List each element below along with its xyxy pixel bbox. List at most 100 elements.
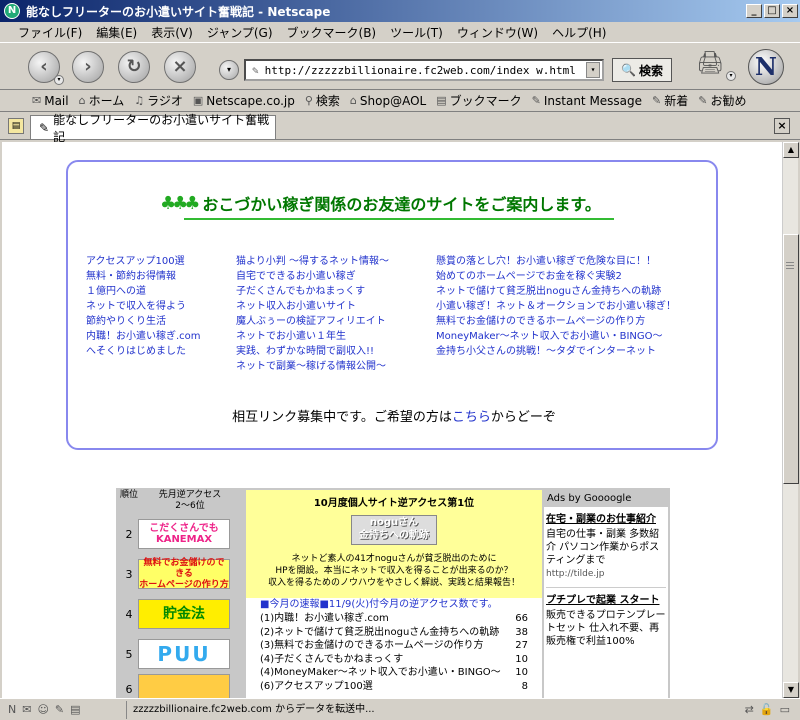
personal-toolbar: ✉ Mail ⌂ ホーム ♫ ラジオ ▣ Netscape.co.jp ⚲ 検索 ⌂ Sho… xyxy=(0,90,800,112)
stop-button[interactable]: × xyxy=(164,51,196,83)
menu-view[interactable]: 表示(V) xyxy=(151,24,193,41)
url-history-dropdown[interactable]: ▾ xyxy=(219,60,239,80)
list-item[interactable]: (3)無料でお金儲けのできるホームページの作り方 27 xyxy=(246,639,542,653)
close-tab-button[interactable]: × xyxy=(774,118,790,134)
instant-message-icon[interactable]: ☺ xyxy=(37,703,48,716)
friend-link[interactable]: 魔人ぶぅーの検証アフィリエイト xyxy=(236,314,389,329)
friends-links-col3: 懸賞の落とし穴！お小遣い稼ぎで危険な目に！！ 始めてのホームページでお金を稼ぐ実… xyxy=(436,254,676,359)
scroll-down-button[interactable]: ▼ xyxy=(783,682,799,698)
sidebar-toggle-icon[interactable]: ▤ xyxy=(8,118,24,134)
rank-banner[interactable]: 貯金法 xyxy=(138,599,230,629)
rank-banner[interactable]: PUU xyxy=(138,639,230,669)
title-underline xyxy=(184,218,614,220)
tab-current[interactable]: ✎ 能なしフリーターのお小遣いサイト奮戦記 xyxy=(30,113,276,144)
online-status-icon[interactable]: ⇄ xyxy=(745,703,754,716)
status-component-icons: N ✉ ☺ ✎ ▤ xyxy=(0,703,126,716)
mail-icon[interactable]: ✉ xyxy=(22,703,31,716)
personal-recommend[interactable]: ✎ お勧め xyxy=(698,92,746,109)
personal-instant-message[interactable]: ✎ Instant Message xyxy=(532,94,642,108)
list-item[interactable]: (6)アクセスアップ100選 8 xyxy=(246,680,542,694)
address-book-icon[interactable]: ▤ xyxy=(70,703,80,716)
back-history-dropdown[interactable]: ▾ xyxy=(54,75,64,85)
rank-number: 3 xyxy=(125,567,133,581)
menu-file[interactable]: ファイル(F) xyxy=(18,24,82,41)
personal-shop-aol[interactable]: ⌂ Shop@AOL xyxy=(350,94,426,108)
minimize-button[interactable]: _ xyxy=(746,4,762,18)
list-item[interactable]: (4)MoneyMaker～ネット収入でお小遣い・BINGO～ 10 xyxy=(246,666,542,680)
ad-title[interactable]: プチプレで起業 スタート xyxy=(544,588,668,607)
print-dropdown[interactable]: ▾ xyxy=(726,71,736,81)
mutual-link-here[interactable]: こちら xyxy=(452,410,491,425)
friend-link[interactable]: 金持ち小父さんの挑戦！～タダでインターネット xyxy=(436,344,676,359)
personal-radio[interactable]: ♫ ラジオ xyxy=(134,92,183,109)
friend-link[interactable]: 子だくさんでもかねまっくす xyxy=(236,284,389,299)
friend-link[interactable]: 無料・節約お得情報 xyxy=(86,269,201,284)
print-icon[interactable]: 🖨 xyxy=(696,51,726,77)
list-item[interactable]: (1)内職！お小遣い稼ぎ.com 66 xyxy=(246,612,542,626)
friend-link[interactable]: ネットで収入を得よう xyxy=(86,299,201,314)
friend-link[interactable]: 小遣い稼ぎ！ネット＆オークションでお小遣い稼ぎ！ xyxy=(436,299,676,314)
page-proxy-icon: ✎ xyxy=(252,63,259,77)
friend-link[interactable]: MoneyMaker～ネット収入でお小遣い・BINGO～ xyxy=(436,329,676,344)
friend-link[interactable]: ネット収入お小遣いサイト xyxy=(236,299,389,314)
maximize-button[interactable]: □ xyxy=(764,4,780,18)
friends-title: ♣♣♣ おこづかい稼ぎ関係のお友達のサイトをご案内します。 xyxy=(160,190,620,220)
menu-go[interactable]: ジャンプ(G) xyxy=(207,24,273,41)
friend-link[interactable]: へそくりはじめました xyxy=(86,344,201,359)
personal-new[interactable]: ✎ 新着 xyxy=(652,92,688,109)
navigator-icon[interactable]: N xyxy=(8,703,16,716)
ads-header[interactable]: Ads by Goooogle xyxy=(544,490,668,507)
menu-help[interactable]: ヘルプ(H) xyxy=(552,24,606,41)
popup-icon[interactable]: ▭ xyxy=(780,703,790,716)
personal-mail[interactable]: ✉ Mail xyxy=(32,94,69,108)
friend-link[interactable]: ネットで儲けて貧乏脱出noguさん金持ちへの軌跡 xyxy=(436,284,676,299)
friend-link[interactable]: 猫より小判 ～得するネット情報～ xyxy=(236,254,389,269)
friend-link[interactable]: 内職！お小遣い稼ぎ.com xyxy=(86,329,201,344)
rank-banner[interactable] xyxy=(138,674,230,698)
close-button[interactable]: × xyxy=(782,4,798,18)
friends-links-col1: アクセスアップ100選 無料・節約お得情報 １億円への道 ネットで収入を得よう … xyxy=(86,254,201,359)
menu-tools[interactable]: ツール(T) xyxy=(390,24,443,41)
rank-banner[interactable]: 無料でお金儲けのできる ホームページの作り方 xyxy=(138,558,230,590)
scroll-thumb[interactable] xyxy=(783,234,799,484)
personal-search[interactable]: ⚲ 検索 xyxy=(305,92,340,109)
friend-link[interactable]: ネットでお小遣い１年生 xyxy=(236,329,389,344)
list-item[interactable]: (4)子だくさんでもかねまっくす 10 xyxy=(246,653,542,667)
url-dropdown-button[interactable]: ▾ xyxy=(586,62,600,78)
forward-button[interactable]: › xyxy=(72,51,104,83)
security-icon[interactable]: 🔓 xyxy=(760,703,774,716)
friend-link[interactable]: ネットで副業～稼げる情報公開～ xyxy=(236,359,389,374)
menu-bookmarks[interactable]: ブックマーク(B) xyxy=(287,24,377,41)
friend-link[interactable]: 実践、わずかな時間で副収入!! xyxy=(236,344,389,359)
scroll-up-button[interactable]: ▲ xyxy=(783,142,799,158)
reload-button[interactable]: ↻ xyxy=(118,51,150,83)
friend-link[interactable]: 節約やりくり生活 xyxy=(86,314,201,329)
menu-edit[interactable]: 編集(E) xyxy=(96,24,137,41)
friend-link[interactable]: １億円への道 xyxy=(86,284,201,299)
rank-banner[interactable]: こだくさんでも KANEMAX xyxy=(138,519,230,549)
friends-links-col2: 猫より小判 ～得するネット情報～ 自宅でできるお小遣い稼ぎ 子だくさんでもかねま… xyxy=(236,254,389,374)
friend-link[interactable]: 懸賞の落とし穴！お小遣い稼ぎで危険な目に！！ xyxy=(436,254,676,269)
friend-link[interactable]: 自宅でできるお小遣い稼ぎ xyxy=(236,269,389,284)
rank-row: 5 PUU xyxy=(120,634,244,674)
list-item[interactable]: (2)ネットで儲けて貧乏脱出noguさん金持ちへの軌跡 38 xyxy=(246,626,542,640)
ad-title[interactable]: 在宅・副業のお仕事紹介 xyxy=(544,507,668,526)
composer-icon[interactable]: ✎ xyxy=(55,703,64,716)
personal-bookmarks[interactable]: ▤ ブックマーク xyxy=(436,92,521,109)
url-bar[interactable]: ✎ http://zzzzzbillionaire.fc2web.com/ind… xyxy=(244,59,604,81)
vertical-scrollbar[interactable]: ▲ ▼ xyxy=(782,142,799,698)
friend-link[interactable]: 無料でお金儲けのできるホームページの作り方 xyxy=(436,314,676,329)
mail-icon: ✉ xyxy=(32,94,42,107)
featured-banner[interactable]: noguさん 金持ちへの軌跡 xyxy=(351,515,437,545)
personal-netscape-jp[interactable]: ▣ Netscape.co.jp xyxy=(193,94,295,108)
personal-home[interactable]: ⌂ ホーム xyxy=(79,92,125,109)
netscape-logo[interactable]: N xyxy=(748,49,784,85)
rank-number: 4 xyxy=(125,607,133,621)
search-button[interactable]: 🔍 検索 xyxy=(612,58,672,82)
friend-link[interactable]: 始めてのホームページでお金を稼ぐ実験2 xyxy=(436,269,676,284)
menu-window[interactable]: ウィンドウ(W) xyxy=(457,24,538,41)
ad-url[interactable]: http://tilde.jp xyxy=(544,567,668,579)
friend-link[interactable]: アクセスアップ100選 xyxy=(86,254,201,269)
menu-bar: ファイル(F) 編集(E) 表示(V) ジャンプ(G) ブックマーク(B) ツー… xyxy=(0,22,800,42)
status-right-icons: ⇄ 🔓 ▭ xyxy=(745,703,800,716)
